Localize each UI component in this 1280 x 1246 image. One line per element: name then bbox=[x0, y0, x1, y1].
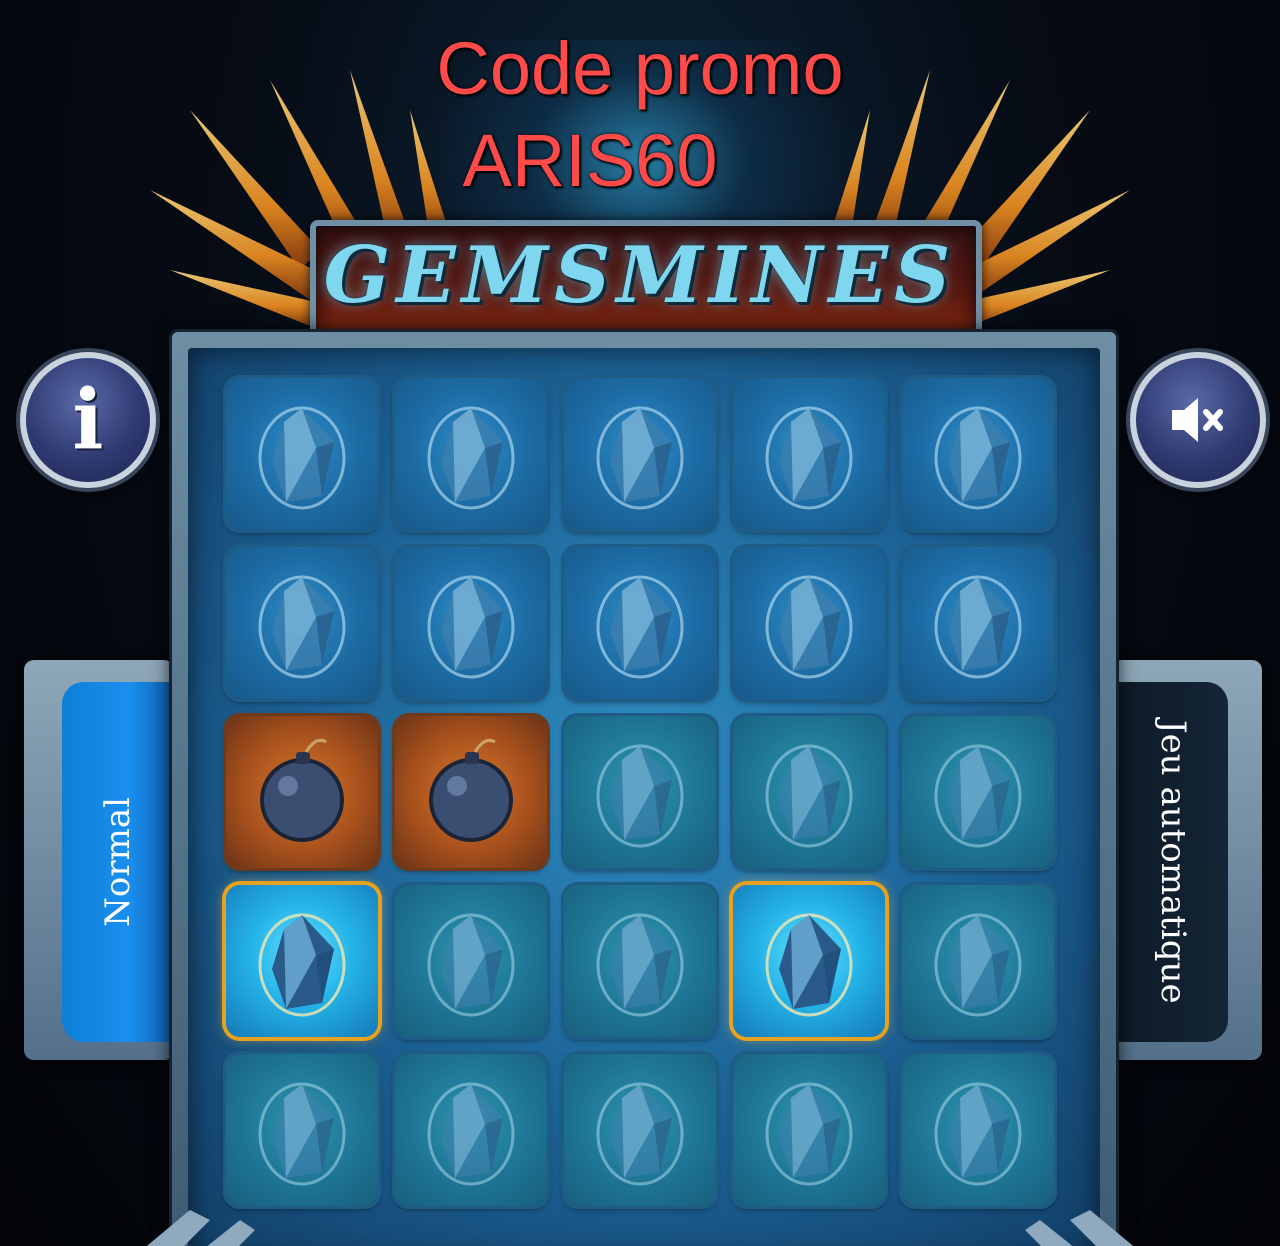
crystal-icon bbox=[258, 575, 346, 679]
game-title: GemsMines bbox=[323, 230, 957, 321]
grid-cell-unrevealed[interactable] bbox=[564, 885, 716, 1037]
grid-cell-unrevealed[interactable] bbox=[733, 716, 885, 868]
crystal-icon bbox=[934, 913, 1022, 1017]
crystal-icon bbox=[934, 406, 1022, 510]
crystal-icon bbox=[934, 744, 1022, 848]
bomb-icon bbox=[260, 738, 344, 842]
crystal-icon bbox=[258, 406, 346, 510]
grid-cell-hidden[interactable] bbox=[395, 378, 547, 530]
grid-cell-hidden[interactable] bbox=[226, 378, 378, 530]
grid-cell-gem[interactable] bbox=[226, 885, 378, 1037]
crystal-icon bbox=[765, 1082, 853, 1186]
grid-cell-unrevealed[interactable] bbox=[902, 716, 1054, 868]
grid-cell-bomb[interactable] bbox=[226, 716, 378, 868]
promo-code-value: ARIS60 bbox=[462, 119, 718, 202]
promo-code-label: Code promo bbox=[436, 27, 844, 110]
tab-auto-play[interactable]: Jeu automatique bbox=[1118, 682, 1228, 1042]
game-screen: GemsMines Code promo ARIS60 Normal Jeu a… bbox=[0, 0, 1280, 1246]
crystal-icon bbox=[596, 744, 684, 848]
mine-grid bbox=[226, 378, 1060, 1218]
grid-cell-unrevealed[interactable] bbox=[564, 1054, 716, 1206]
crystal-icon bbox=[934, 575, 1022, 679]
tab-auto-play-label: Jeu automatique bbox=[1153, 720, 1193, 1004]
grid-cell-hidden[interactable] bbox=[733, 378, 885, 530]
crystal-icon bbox=[258, 1082, 346, 1186]
crystal-icon bbox=[765, 913, 853, 1017]
grid-cell-bomb[interactable] bbox=[395, 716, 547, 868]
title-banner: GemsMines bbox=[290, 200, 990, 344]
grid-cell-unrevealed[interactable] bbox=[395, 885, 547, 1037]
grid-cell-hidden[interactable] bbox=[902, 547, 1054, 699]
grid-cell-hidden[interactable] bbox=[902, 378, 1054, 530]
mode-panel-right: Jeu automatique bbox=[1112, 660, 1262, 1060]
crystal-icon bbox=[596, 913, 684, 1017]
crystal-icon bbox=[765, 406, 853, 510]
crystal-icon bbox=[427, 575, 515, 679]
crystal-icon bbox=[427, 406, 515, 510]
bottom-ornament bbox=[146, 1210, 1134, 1246]
bomb-icon bbox=[429, 738, 513, 842]
info-icon: i bbox=[72, 372, 104, 468]
grid-cell-hidden[interactable] bbox=[226, 547, 378, 699]
grid-cell-hidden[interactable] bbox=[564, 378, 716, 530]
crystal-icon bbox=[258, 913, 346, 1017]
tab-normal[interactable]: Normal bbox=[62, 682, 174, 1042]
grid-cell-hidden[interactable] bbox=[395, 547, 547, 699]
crystal-icon bbox=[765, 744, 853, 848]
crystal-icon bbox=[765, 575, 853, 679]
grid-cell-unrevealed[interactable] bbox=[902, 1054, 1054, 1206]
grid-cell-unrevealed[interactable] bbox=[395, 1054, 547, 1206]
info-button[interactable]: i bbox=[20, 352, 156, 488]
mode-panel-left: Normal bbox=[24, 660, 174, 1060]
grid-cell-hidden[interactable] bbox=[564, 547, 716, 699]
crystal-icon bbox=[427, 1082, 515, 1186]
crystal-icon bbox=[596, 1082, 684, 1186]
crystal-icon bbox=[596, 406, 684, 510]
grid-cell-unrevealed[interactable] bbox=[564, 716, 716, 868]
speaker-muted-icon bbox=[1172, 398, 1223, 442]
grid-cell-unrevealed[interactable] bbox=[902, 885, 1054, 1037]
crystal-icon bbox=[934, 1082, 1022, 1186]
grid-cell-gem[interactable] bbox=[733, 885, 885, 1037]
grid-cell-unrevealed[interactable] bbox=[733, 1054, 885, 1206]
sound-toggle-button[interactable] bbox=[1130, 352, 1266, 488]
grid-cell-hidden[interactable] bbox=[733, 547, 885, 699]
grid-cell-unrevealed[interactable] bbox=[226, 1054, 378, 1206]
crystal-icon bbox=[427, 913, 515, 1017]
crystal-icon bbox=[596, 575, 684, 679]
tab-normal-label: Normal bbox=[98, 797, 138, 927]
